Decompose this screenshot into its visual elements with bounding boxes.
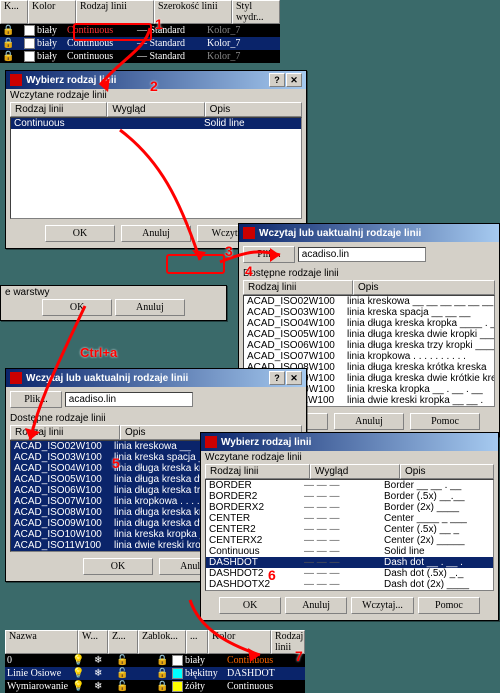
callout-3: 3 xyxy=(225,243,233,259)
list-item[interactable]: DASHDOTX2— — —Dash dot (2x) ____ xyxy=(206,579,493,590)
list-item[interactable]: ACAD_ISO04W100linia długa kreska kropka … xyxy=(244,318,494,329)
loaded-label: Wczytane rodzaje linii xyxy=(201,451,498,464)
col-ltype[interactable]: Rodzaj linii xyxy=(205,464,310,479)
select-linetype-dialog-2: Wybierz rodzaj linii Wczytane rodzaje li… xyxy=(200,432,499,621)
col-color[interactable]: Kolor xyxy=(28,0,76,24)
layer-row[interactable]: 🔒białyContinuous— StandardKolor_7 xyxy=(0,50,280,63)
app-icon xyxy=(205,436,217,448)
layer-row[interactable]: Wymiarowanie💡❄🔓🔒żółtyContinuous xyxy=(5,680,305,693)
file-button[interactable]: Plik... xyxy=(10,391,62,408)
col-ltype[interactable]: Rodzaj linii xyxy=(10,102,107,117)
callout-2: 2 xyxy=(150,78,158,94)
layer-strip: e warstwy OK Anuluj xyxy=(0,285,227,321)
callout-ctrla: Ctrl+a xyxy=(80,345,117,360)
list-item[interactable]: Continuous— — —Solid line xyxy=(206,546,493,557)
load-button[interactable]: Wczytaj... xyxy=(351,597,414,614)
list-item[interactable]: CENTERX2— — —Center (2x) _____ xyxy=(206,535,493,546)
close-icon[interactable]: ✕ xyxy=(286,371,302,385)
avail-label: Dostępne rodzaje linii xyxy=(239,267,499,280)
col-look[interactable]: Wygląd xyxy=(310,464,400,479)
list-item[interactable]: ContinuousSolid line xyxy=(11,118,301,129)
list-item[interactable]: CENTER2— — —Center (.5x) __ _ xyxy=(206,524,493,535)
callout-6: 6 xyxy=(268,567,276,583)
title: Wczytaj lub uaktualnij rodzaje linii xyxy=(26,373,188,384)
cancel-button[interactable]: Anuluj xyxy=(115,299,185,316)
help-icon[interactable]: ? xyxy=(269,371,285,385)
avail-label: Dostępne rodzaje linii xyxy=(6,412,306,425)
list-item[interactable]: ACAD_ISO06W100linia długa kreska trzy kr… xyxy=(244,340,494,351)
list-item[interactable]: ACAD_ISO05W100linia długa kreska dwie kr… xyxy=(244,329,494,340)
file-button[interactable]: Plik... xyxy=(243,246,295,263)
grid-header: Nazwa W... Z... Zablok... ... Kolor Rodz… xyxy=(5,630,305,654)
col-color[interactable]: Kolor xyxy=(208,630,271,654)
help-button[interactable]: Pomoc xyxy=(418,597,480,614)
list-item[interactable]: ACAD_ISO07W100linia kropkowa . . . . . .… xyxy=(244,351,494,362)
titlebar: Wybierz rodzaj linii xyxy=(201,433,498,451)
linetype-list[interactable]: BORDER— — —Border __ __ . __BORDER2— — —… xyxy=(205,479,494,591)
list-item[interactable]: DASHDOT2— — —Dash dot (.5x) _._ xyxy=(206,568,493,579)
app-icon xyxy=(10,74,22,86)
grid-header: K... Kolor Rodzaj linii Szerokość linii … xyxy=(0,0,280,24)
layers-grid-bottom: Nazwa W... Z... Zablok... ... Kolor Rodz… xyxy=(5,630,305,693)
cancel-button[interactable]: Anuluj xyxy=(121,225,191,242)
list-item[interactable]: DASHDOT— — —Dash dot __ . __ . xyxy=(206,557,493,568)
callout-4: 4 xyxy=(245,263,253,279)
titlebar: Wczytaj lub uaktualnij rodzaje linii xyxy=(239,224,499,242)
ok-button[interactable]: OK xyxy=(45,225,115,242)
highlight-box xyxy=(73,23,152,41)
col-ltype[interactable]: Rodzaj linii xyxy=(76,0,154,24)
app-icon xyxy=(10,372,22,384)
col-desc[interactable]: Opis xyxy=(353,280,495,295)
col-ltype[interactable]: Rodzaj linii xyxy=(243,280,353,295)
col-k[interactable]: K... xyxy=(0,0,28,24)
col-lw[interactable]: Szerokość linii xyxy=(154,0,232,24)
list-item[interactable]: BORDER— — —Border __ __ . __ xyxy=(206,480,493,491)
titlebar: Wczytaj lub uaktualnij rodzaje linii?✕ xyxy=(6,369,306,387)
list-item[interactable]: ACAD_ISO03W100linia kreska spacja __ __ … xyxy=(244,307,494,318)
cancel-button[interactable]: Anuluj xyxy=(334,413,404,430)
callout-1: 1 xyxy=(155,16,163,32)
col-look[interactable]: Wygląd xyxy=(107,102,204,117)
col-desc[interactable]: Opis xyxy=(205,102,302,117)
col-style[interactable]: Styl wydr... xyxy=(232,0,280,24)
layer-row[interactable]: Linie Osiowe💡❄🔓🔒błękitnyDASHDOT xyxy=(5,667,305,680)
list-item[interactable]: CENTER— — —Center ____ _ ___ xyxy=(206,513,493,524)
title: Wybierz rodzaj linii xyxy=(26,75,116,86)
strip-label: e warstwy xyxy=(1,286,226,299)
layer-row[interactable]: 0💡❄🔓🔒białyContinuous xyxy=(5,654,305,667)
help-button[interactable]: Pomoc xyxy=(410,413,480,430)
highlight-box xyxy=(166,254,225,274)
col-name[interactable]: Nazwa xyxy=(5,630,78,654)
ok-button[interactable]: OK xyxy=(219,597,281,614)
close-icon[interactable]: ✕ xyxy=(286,73,302,87)
list-item[interactable]: BORDERX2— — —Border (2x) ____ xyxy=(206,502,493,513)
help-icon[interactable]: ? xyxy=(269,73,285,87)
linetype-list[interactable]: ContinuousSolid line xyxy=(10,117,302,219)
title: Wybierz rodzaj linii xyxy=(221,437,311,448)
ok-button[interactable]: OK xyxy=(42,299,112,316)
callout-5: 5 xyxy=(112,455,120,471)
title: Wczytaj lub uaktualnij rodzaje linii xyxy=(259,228,421,239)
callout-7: 7 xyxy=(295,648,303,664)
file-input[interactable]: acadiso.lin xyxy=(298,247,426,262)
ok-button[interactable]: OK xyxy=(83,558,153,575)
file-input[interactable]: acadiso.lin xyxy=(65,392,193,407)
cancel-button[interactable]: Anuluj xyxy=(285,597,347,614)
app-icon xyxy=(243,227,255,239)
list-item[interactable]: ACAD_ISO02W100linia kreskowa __ __ __ __… xyxy=(244,296,494,307)
list-item[interactable]: BORDER2— — —Border (.5x) __.__ xyxy=(206,491,493,502)
col-ltype[interactable]: Rodzaj linii xyxy=(10,425,120,440)
col-desc[interactable]: Opis xyxy=(400,464,494,479)
